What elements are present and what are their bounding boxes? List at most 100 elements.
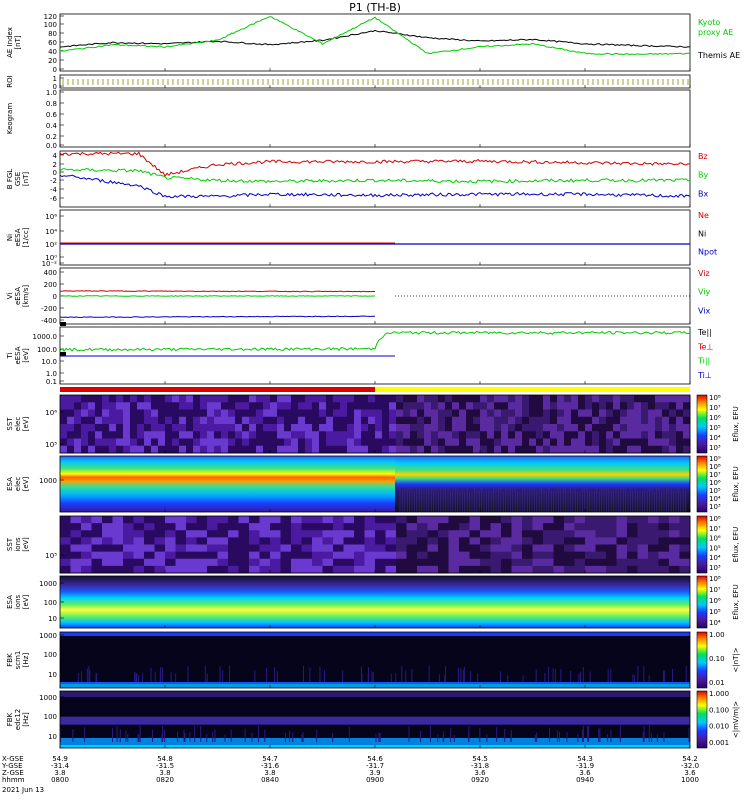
ni-ytick: 10⁻²	[42, 260, 58, 268]
sst_i-cell	[669, 537, 680, 545]
esa_i-colorbar-tick: 10⁸	[709, 575, 721, 583]
sst_e-cell	[662, 395, 670, 403]
sst_e-cell	[494, 445, 502, 454]
sst_e-cell	[193, 445, 201, 454]
sst_e-cell	[284, 438, 292, 447]
fbk_scm-background	[60, 632, 690, 688]
sst_e-cell	[592, 409, 600, 418]
sst_i-cell	[469, 537, 481, 545]
sst_e-cell	[319, 402, 327, 410]
ni-ytick: 10²	[45, 241, 57, 249]
sst_i-cell	[375, 530, 386, 538]
sst_i-cell	[669, 565, 680, 574]
sst_i-cell	[312, 523, 323, 531]
sst_e-cell	[67, 445, 75, 454]
ae-ytick: 120	[44, 13, 57, 21]
sst_e-cell	[284, 416, 292, 425]
sst_e-cell	[501, 402, 509, 410]
sst_i-cell	[658, 544, 670, 553]
sst_i-cell	[249, 523, 260, 531]
sst_e-cell	[494, 424, 502, 432]
sst_i-cell	[280, 558, 292, 567]
sst_e-cell	[137, 409, 145, 418]
sst_e-cell	[67, 416, 75, 425]
sst_e-cell	[347, 416, 355, 425]
sst_e-cell	[193, 431, 201, 439]
sst_e-cell	[368, 438, 376, 447]
sst_i-cell	[112, 544, 124, 553]
keogram-ytick: 1.0	[46, 89, 57, 97]
sst_e-cell	[284, 402, 292, 410]
sst_e-cell	[200, 431, 208, 439]
sst_e-cell	[305, 416, 313, 425]
esa_i-ytick: 100	[44, 599, 57, 607]
sst_i-cell	[301, 558, 313, 567]
sst_e-cell	[130, 445, 138, 454]
sst_i-cell	[606, 551, 617, 560]
sst_i-cell	[543, 530, 554, 538]
sst_i-colorbar-tick: 10⁷	[709, 525, 721, 533]
sst_e-cell	[221, 409, 229, 418]
sst_e-cell	[403, 431, 411, 439]
sst_e-cell	[95, 438, 103, 447]
sst_e-cell	[340, 424, 348, 432]
sst_i-cell	[196, 551, 208, 560]
sst_i-cell	[217, 551, 229, 560]
vi-ylabel: [km/s]	[22, 285, 30, 308]
sst_e-cell	[452, 416, 460, 425]
sst_i-cell	[165, 523, 176, 531]
sst_e-cell	[431, 409, 439, 418]
sst_e-cell	[60, 402, 68, 410]
sst_e-cell	[410, 395, 418, 403]
sst_i-cell	[333, 537, 344, 545]
sst_e-cell	[529, 438, 537, 447]
sst_i-cell	[291, 530, 302, 538]
sst_e-cell	[95, 395, 103, 403]
sst_e-cell	[277, 438, 285, 447]
sst_i-cell	[175, 544, 187, 553]
sst_e-cell	[172, 438, 180, 447]
sst_i-cell	[238, 544, 250, 553]
sst_e-cell	[81, 431, 89, 439]
sst_e-cell	[466, 416, 474, 425]
sst_i-cell	[112, 530, 124, 538]
sst_e-cell	[613, 402, 621, 410]
sst_i-cell	[186, 530, 197, 538]
sst_e-cell	[214, 445, 222, 454]
sst_e-cell	[585, 424, 593, 432]
sst_i-cell	[606, 537, 617, 545]
ni-ylabel: [1/cc]	[22, 227, 30, 247]
sst_i-cell	[70, 544, 82, 553]
summary-plot: P1 (TH-B) 120100806040200AE Index [nT]Ky…	[0, 0, 750, 800]
sst_e-cell	[284, 424, 292, 432]
sst_e-cell	[557, 424, 565, 432]
sst_i-cell	[658, 551, 670, 560]
sst_e-cell	[270, 431, 278, 439]
sst_e-cell	[424, 402, 432, 410]
sst_e-cell	[368, 445, 376, 454]
sst_i-cell	[123, 523, 134, 531]
sst_i-cell	[396, 551, 407, 560]
sst_i-cell	[469, 558, 481, 567]
sst_i-cell	[522, 558, 533, 567]
sst_i-cell	[112, 565, 124, 574]
sst_i-cell	[291, 523, 302, 531]
sst_e-cell	[326, 395, 334, 403]
sst_i-cell	[375, 551, 386, 560]
sst_i-cell	[606, 516, 617, 524]
sst_e-cell	[585, 402, 593, 410]
sst_e-cell	[599, 445, 607, 454]
sst_i-cell	[91, 558, 103, 567]
ti-ytick: 1000.0	[33, 333, 58, 341]
sst_e-cell	[431, 416, 439, 425]
sst_e-cell	[410, 445, 418, 454]
sst_i-cell	[322, 516, 334, 524]
sst_i-cell	[144, 565, 155, 574]
sst_e-cell	[291, 409, 299, 418]
sst_e-cell	[200, 445, 208, 454]
sst_e-cell	[438, 409, 446, 418]
sst_i-cell	[375, 523, 386, 531]
sst_i-cell	[543, 544, 554, 553]
sst_e-cell	[613, 395, 621, 403]
sst_i-cell	[207, 537, 218, 545]
